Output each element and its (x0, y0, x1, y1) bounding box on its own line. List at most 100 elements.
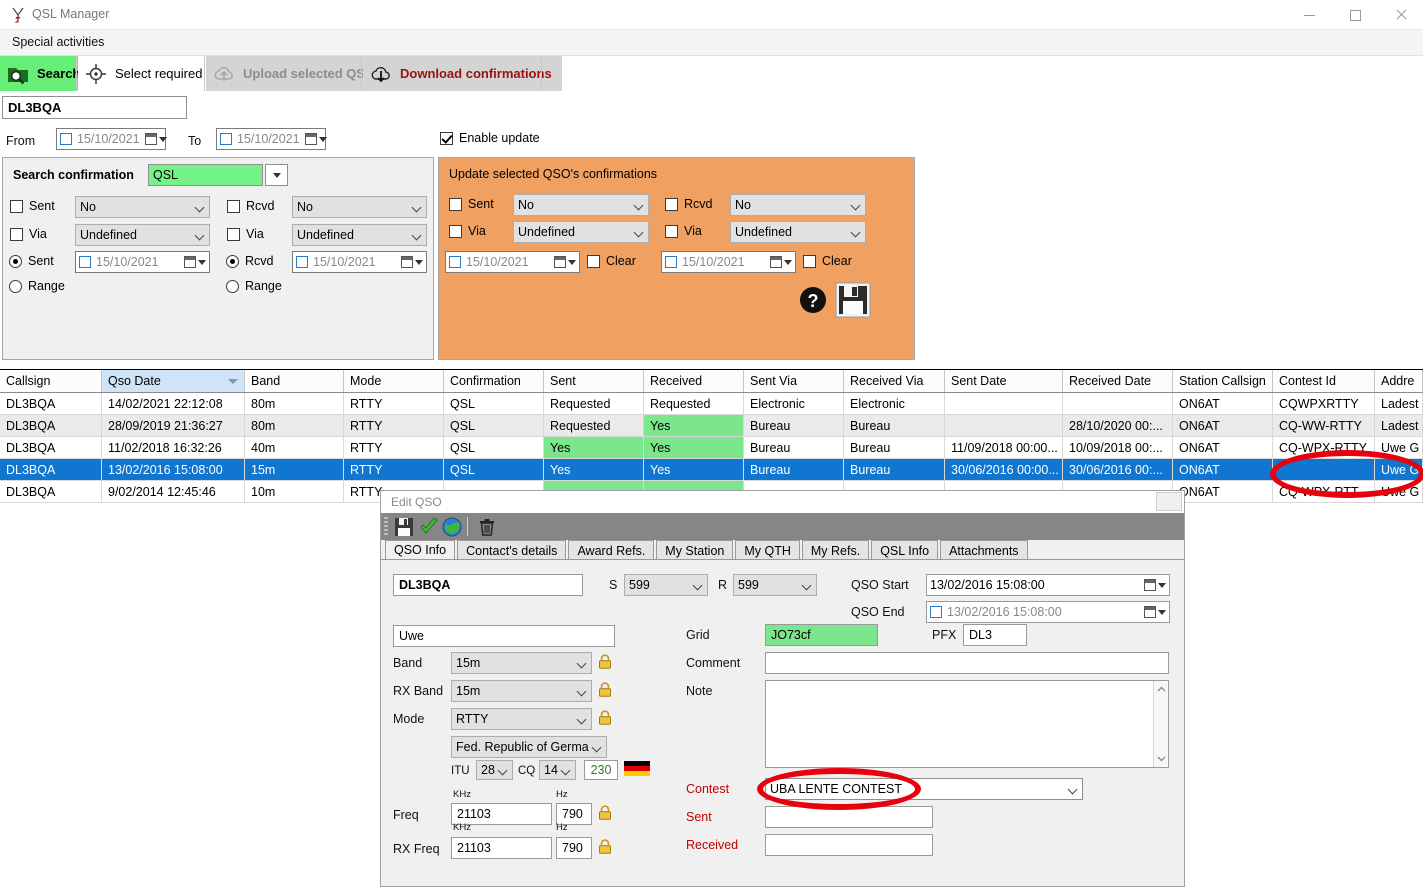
tab-qso-info[interactable]: QSO Info (385, 540, 456, 560)
chevron-down-icon[interactable] (1157, 754, 1166, 763)
tab-qsl-info[interactable]: QSL Info (871, 540, 939, 560)
table-cell[interactable]: 30/06/2016 00:... (1063, 459, 1173, 481)
qso-end-input[interactable]: 13/02/2016 15:08:00 (926, 601, 1170, 623)
table-cell[interactable]: DL3BQA (0, 437, 102, 459)
table-cell[interactable]: CQ-WW-RTTY (1273, 415, 1375, 437)
to-date-calendar-button[interactable] (304, 133, 327, 145)
update-sent-via-checkbox[interactable]: Via (449, 224, 486, 238)
pfx-input[interactable]: DL3 (963, 624, 1027, 646)
table-cell[interactable]: ON6AT (1173, 437, 1273, 459)
tab-attachments[interactable]: Attachments (940, 540, 1028, 560)
rst-received-select[interactable]: 599 (733, 574, 817, 596)
table-cell[interactable]: DL3BQA (0, 459, 102, 481)
table-cell[interactable] (945, 393, 1063, 415)
grid-body[interactable]: DL3BQA 14/02/2021 22:12:08 80m RTTY QSL Reque… (0, 393, 1423, 503)
grid-header-sent[interactable]: Sent (544, 370, 644, 392)
grid-header-band[interactable]: Band (245, 370, 344, 392)
search-sent-date-input[interactable]: 15/10/2021 (75, 251, 210, 273)
update-rcvd-clear-checkbox[interactable]: Clear (803, 254, 852, 268)
table-cell[interactable] (1273, 459, 1375, 481)
table-cell[interactable]: Yes (644, 415, 744, 437)
grid-header-received[interactable]: Received (644, 370, 744, 392)
table-cell[interactable]: 11/09/2018 00:00... (945, 437, 1063, 459)
rx-freq-hz-input[interactable]: 790 (556, 837, 592, 859)
table-cell[interactable]: Bureau (844, 415, 945, 437)
qso-callsign-input[interactable]: DL3BQA (393, 574, 583, 596)
to-date-checkbox[interactable] (220, 133, 232, 145)
contest-sent-input[interactable] (765, 806, 933, 828)
maximize-button[interactable] (1332, 0, 1378, 30)
table-cell[interactable]: 30/06/2016 00:00... (945, 459, 1063, 481)
qso-end-checkbox[interactable] (930, 606, 942, 618)
update-rcvd-checkbox[interactable]: Rcvd (665, 197, 712, 211)
table-cell[interactable]: RTTY (344, 415, 444, 437)
tab-my-refs-[interactable]: My Refs. (801, 540, 870, 560)
to-date-input[interactable]: 15/10/2021 (216, 128, 327, 150)
minimize-button[interactable] (1286, 0, 1332, 30)
grid-header-qso-date[interactable]: Qso Date (102, 370, 245, 392)
table-cell[interactable]: DL3BQA (0, 393, 102, 415)
edit-qso-tab-strip[interactable]: QSO Info Contact's details Award Refs. My S… (385, 540, 1028, 560)
table-cell[interactable]: Requested (544, 415, 644, 437)
table-row[interactable]: DL3BQA 11/02/2018 16:32:26 40m RTTY QSL Yes Ye… (0, 437, 1423, 459)
qso-results-grid[interactable]: Callsign Qso Date Band Mode Confirmation Sent… (0, 369, 1423, 504)
search-rcvd-date-input[interactable]: 15/10/2021 (292, 251, 427, 273)
lock-icon[interactable] (597, 805, 613, 820)
globe-icon[interactable] (441, 516, 463, 538)
rst-sent-select[interactable]: 599 (624, 574, 708, 596)
rx-freq-khz-input[interactable]: 21103 (451, 837, 552, 859)
table-cell[interactable]: Bureau (844, 459, 945, 481)
table-cell[interactable]: Bureau (744, 437, 844, 459)
table-cell[interactable]: Yes (544, 437, 644, 459)
grid-header-contest-id[interactable]: Contest Id (1273, 370, 1375, 392)
table-cell[interactable]: 11/02/2018 16:32:26 (102, 437, 245, 459)
from-date-calendar-button[interactable] (144, 133, 167, 145)
update-rcvd-date-calendar-button[interactable] (770, 256, 792, 268)
table-cell[interactable]: Ladest (1375, 415, 1423, 437)
lock-icon[interactable] (597, 682, 613, 697)
tab-my-qth[interactable]: My QTH (735, 540, 800, 560)
grid-input[interactable]: JO73cf (765, 624, 878, 646)
tab-contact-s-details[interactable]: Contact's details (457, 540, 567, 560)
grid-header-received-via[interactable]: Received Via (844, 370, 945, 392)
check-icon[interactable] (418, 516, 440, 538)
table-row[interactable]: DL3BQA 28/09/2019 21:36:27 80m RTTY QSL Reque… (0, 415, 1423, 437)
table-cell[interactable]: Yes (644, 437, 744, 459)
table-cell[interactable]: ON6AT (1173, 393, 1273, 415)
qso-start-input[interactable]: 13/02/2016 15:08:00 (926, 574, 1170, 596)
table-cell[interactable]: ON6AT (1173, 415, 1273, 437)
tab-award-refs-[interactable]: Award Refs. (568, 540, 655, 560)
table-cell[interactable] (945, 415, 1063, 437)
search-sent-date-checkbox[interactable] (79, 256, 91, 268)
comment-input[interactable] (765, 652, 1169, 674)
toolbar-drag-handle[interactable] (384, 517, 388, 537)
table-row[interactable]: DL3BQA 13/02/2016 15:08:00 15m RTTY QSL Yes Ye… (0, 459, 1423, 481)
table-cell[interactable]: 80m (245, 415, 344, 437)
update-sent-date-calendar-button[interactable] (554, 256, 576, 268)
search-rcvd-checkbox[interactable]: Rcvd (227, 199, 274, 213)
lock-icon[interactable] (597, 839, 613, 854)
upload-selected-qso-button[interactable]: Upload selected QSO (206, 56, 386, 91)
search-rcvd-range-radio[interactable]: Range (226, 279, 282, 293)
table-cell[interactable]: 9/02/2014 12:45:46 (102, 481, 245, 503)
itu-select[interactable]: 28 (476, 760, 513, 780)
select-required-button[interactable]: Select required (78, 56, 213, 91)
table-cell[interactable]: RTTY (344, 459, 444, 481)
grid-header-sent-via[interactable]: Sent Via (744, 370, 844, 392)
table-row[interactable]: DL3BQA 14/02/2021 22:12:08 80m RTTY QSL Reque… (0, 393, 1423, 415)
table-cell[interactable]: DL3BQA (0, 415, 102, 437)
cq-select[interactable]: 14 (539, 760, 576, 780)
update-rcvd-via-select[interactable]: Undefined (730, 221, 866, 243)
search-sent-via-checkbox[interactable]: Via (10, 227, 47, 241)
table-cell[interactable]: Bureau (744, 415, 844, 437)
close-button[interactable] (1378, 0, 1423, 30)
update-rcvd-via-checkbox[interactable]: Via (665, 224, 702, 238)
table-cell[interactable]: Uwe G (1375, 437, 1423, 459)
table-cell[interactable]: Yes (644, 459, 744, 481)
grid-header-addre[interactable]: Addre (1375, 370, 1423, 392)
from-date-input[interactable]: 15/10/2021 (56, 128, 167, 150)
contest-select[interactable]: UBA LENTE CONTEST (765, 778, 1083, 800)
search-sent-date-radio[interactable]: Sent (9, 254, 54, 268)
mode-select[interactable]: RTTY (451, 708, 592, 730)
table-cell[interactable]: 15m (245, 459, 344, 481)
